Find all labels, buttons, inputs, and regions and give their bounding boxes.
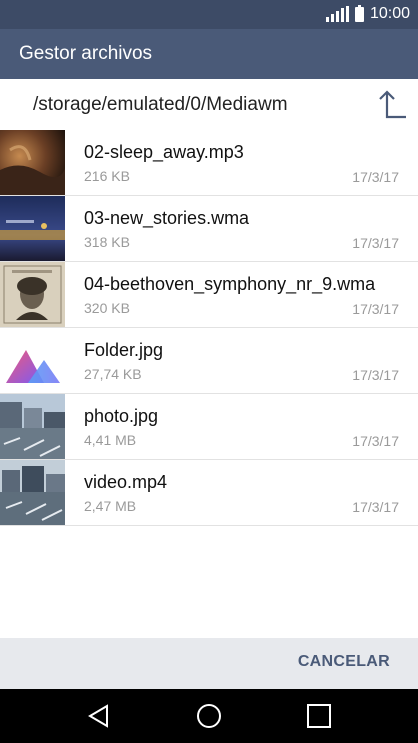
app-bar: Gestor archivos — [0, 29, 418, 79]
file-list: 02-sleep_away.mp3 216 KB 17/3/17 03-new_… — [0, 130, 418, 526]
back-icon[interactable] — [85, 702, 113, 730]
file-size: 216 KB — [84, 168, 130, 184]
file-row[interactable]: 03-new_stories.wma 318 KB 17/3/17 — [0, 196, 418, 262]
file-size: 320 KB — [84, 300, 130, 316]
path-bar: /storage/emulated/0/Mediawm — [0, 79, 418, 130]
file-date: 17/3/17 — [352, 433, 399, 449]
harbor-photo — [0, 394, 65, 459]
file-size: 318 KB — [84, 234, 130, 250]
home-icon[interactable] — [195, 702, 223, 730]
file-date: 17/3/17 — [352, 367, 399, 383]
file-row[interactable]: video.mp4 2,47 MB 17/3/17 — [0, 460, 418, 526]
harbor-video — [0, 460, 65, 525]
recent-apps-icon[interactable] — [305, 702, 333, 730]
file-row[interactable]: Folder.jpg 27,74 KB 17/3/17 — [0, 328, 418, 394]
file-name: 03-new_stories.wma — [84, 208, 250, 228]
file-date: 17/3/17 — [352, 235, 399, 251]
file-date: 17/3/17 — [352, 499, 399, 515]
navigation-bar — [0, 689, 418, 743]
file-row[interactable]: photo.jpg 4,41 MB 17/3/17 — [0, 394, 418, 460]
album-art-beethoven — [0, 262, 65, 327]
dialog-action-bar: CANCELAR — [0, 638, 418, 689]
status-bar: 10:00 — [0, 0, 418, 29]
file-date: 17/3/17 — [352, 169, 399, 185]
folder-up-icon[interactable] — [377, 90, 407, 120]
current-path: /storage/emulated/0/Mediawm — [33, 94, 288, 115]
file-name: Folder.jpg — [84, 340, 164, 360]
album-art-new-stories — [0, 196, 65, 261]
status-icons: 10:00 — [325, 4, 410, 24]
file-size: 4,41 MB — [84, 432, 137, 448]
file-name: video.mp4 — [84, 472, 168, 492]
file-name: 04-beethoven_symphony_nr_9.wma — [84, 274, 376, 294]
file-size: 2,47 MB — [84, 498, 137, 514]
file-name: photo.jpg — [84, 406, 159, 426]
file-row[interactable]: 02-sleep_away.mp3 216 KB 17/3/17 — [0, 130, 418, 196]
file-date: 17/3/17 — [352, 301, 399, 317]
album-art-sleep-away — [0, 130, 65, 195]
battery-icon — [354, 4, 364, 22]
folder-image-icon — [0, 328, 65, 393]
cancel-button[interactable]: CANCELAR — [298, 653, 390, 671]
file-row[interactable]: 04-beethoven_symphony_nr_9.wma 320 KB 17… — [0, 262, 418, 328]
file-size: 27,74 KB — [84, 366, 142, 382]
file-name: 02-sleep_away.mp3 — [84, 142, 244, 162]
signal-icon — [325, 6, 349, 22]
clock: 10:00 — [369, 5, 410, 22]
app-title: Gestor archivos — [19, 43, 153, 64]
